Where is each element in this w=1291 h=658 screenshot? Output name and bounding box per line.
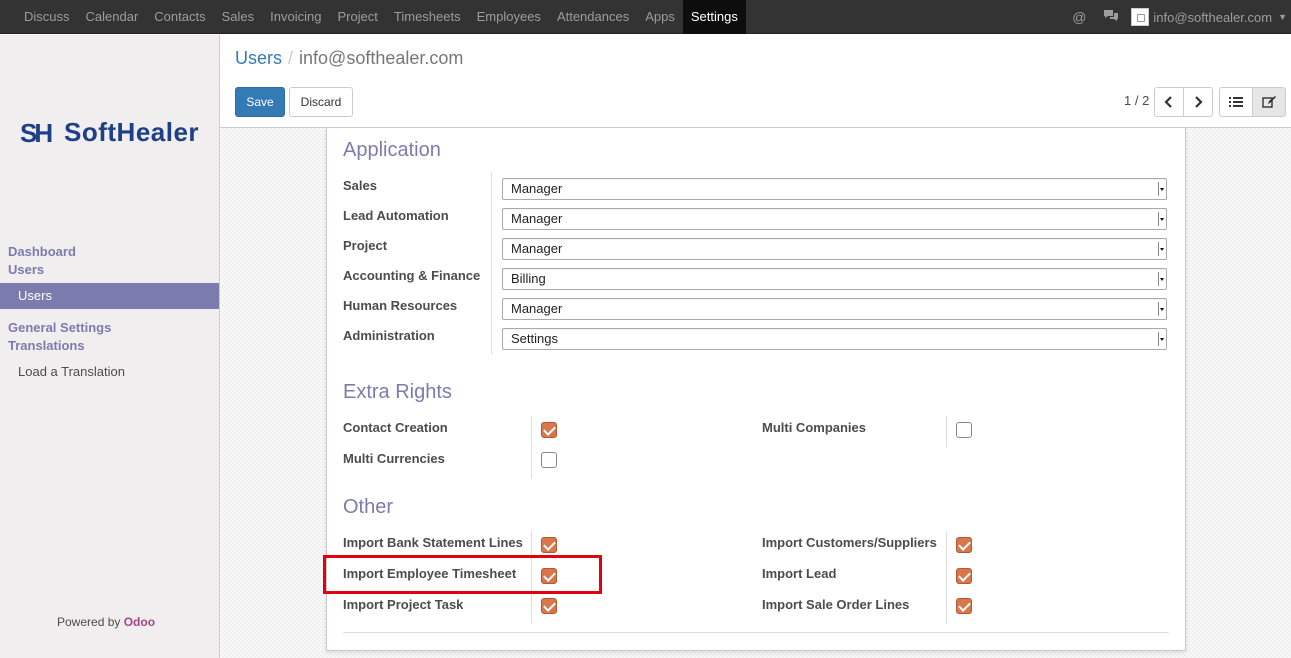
logo-wordmark: SoftHealer <box>64 117 200 147</box>
softhealer-logo-mark: SH <box>20 118 55 146</box>
company-logo: SH SoftHealer <box>20 117 199 147</box>
chevron-left-icon <box>1164 96 1172 108</box>
pager-next-button[interactable] <box>1183 87 1213 117</box>
sidebar-users-heading[interactable]: Users <box>8 261 44 279</box>
navbar-right: @ info@softhealer.com ▼ <box>1063 0 1291 34</box>
accounting-select[interactable]: Billing <box>502 268 1167 290</box>
list-view-button[interactable] <box>1219 87 1253 117</box>
caret-down-icon: ▼ <box>1278 12 1287 22</box>
save-button[interactable]: Save <box>235 87 285 117</box>
menu-calendar[interactable]: Calendar <box>78 0 147 34</box>
label-import-customers-suppliers: Import Customers/Suppliers <box>762 535 937 550</box>
sidebar-item-users[interactable]: Users <box>0 283 219 309</box>
import-project-task-checkbox[interactable] <box>541 598 557 614</box>
breadcrumb-separator: / <box>288 48 294 68</box>
at-icon[interactable]: @ <box>1063 0 1095 34</box>
dropdown-arrow-icon <box>1158 332 1164 346</box>
label-import-project-task: Import Project Task <box>343 597 464 612</box>
menu-project[interactable]: Project <box>329 0 385 34</box>
field-label-lead-automation: Lead Automation <box>343 208 449 223</box>
human-resources-select[interactable]: Manager <box>502 298 1167 320</box>
label-import-bank-statement-lines: Import Bank Statement Lines <box>343 535 523 550</box>
sidebar-translations[interactable]: Translations <box>8 337 85 355</box>
dropdown-arrow-icon <box>1158 182 1164 196</box>
menu-attendances[interactable]: Attendances <box>549 0 637 34</box>
field-label-accounting: Accounting & Finance <box>343 268 481 283</box>
administration-select[interactable]: Settings <box>502 328 1167 350</box>
breadcrumb-users[interactable]: Users <box>235 46 282 70</box>
sales-select[interactable]: Manager <box>502 178 1167 200</box>
top-navbar: Discuss Calendar Contacts Sales Invoicin… <box>0 0 1291 34</box>
menu-employees[interactable]: Employees <box>469 0 549 34</box>
menu-sales[interactable]: Sales <box>214 0 263 34</box>
form-bottom-divider <box>343 632 1169 633</box>
sidebar-general-settings[interactable]: General Settings <box>8 319 111 337</box>
field-label-project: Project <box>343 238 388 253</box>
lead-automation-select[interactable]: Manager <box>502 208 1167 230</box>
list-icon <box>1229 97 1243 107</box>
contact-creation-checkbox[interactable] <box>541 422 557 438</box>
menu-invoicing[interactable]: Invoicing <box>262 0 329 34</box>
label-multi-currencies: Multi Currencies <box>343 451 445 466</box>
column-divider <box>491 172 492 354</box>
menu-contacts[interactable]: Contacts <box>146 0 213 34</box>
chat-bubbles-icon[interactable] <box>1095 0 1127 34</box>
dropdown-arrow-icon <box>1158 212 1164 226</box>
field-label-human-resources: Human Resources <box>343 298 458 313</box>
multi-currencies-checkbox[interactable] <box>541 452 557 468</box>
section-title-extra-rights: Extra Rights <box>343 381 452 403</box>
import-lead-checkbox[interactable] <box>956 568 972 584</box>
discard-button[interactable]: Discard <box>289 87 353 117</box>
menu-timesheets[interactable]: Timesheets <box>386 0 469 34</box>
label-contact-creation: Contact Creation <box>343 420 448 435</box>
label-multi-companies: Multi Companies <box>762 420 867 435</box>
highlight-box <box>323 555 602 594</box>
form-view-button[interactable] <box>1252 87 1286 117</box>
menu-settings[interactable]: Settings <box>682 0 746 34</box>
odoo-link[interactable]: Odoo <box>124 615 155 629</box>
menu-discuss[interactable]: Discuss <box>16 0 78 34</box>
powered-by: Powered by Odoo <box>57 615 156 629</box>
project-select[interactable]: Manager <box>502 238 1167 260</box>
pager-previous-button[interactable] <box>1154 87 1184 117</box>
label-import-lead: Import Lead <box>762 566 837 581</box>
import-sale-order-lines-checkbox[interactable] <box>956 598 972 614</box>
svg-text:SH: SH <box>20 118 52 146</box>
app-menu: Discuss Calendar Contacts Sales Invoicin… <box>16 0 746 34</box>
section-title-application: Application <box>343 139 441 161</box>
dropdown-arrow-icon <box>1158 302 1164 316</box>
avatar <box>1131 8 1150 26</box>
import-bank-statement-checkbox[interactable] <box>541 537 557 553</box>
pager-value: 1 / 2 <box>1124 93 1150 108</box>
import-customers-suppliers-checkbox[interactable] <box>956 537 972 553</box>
field-label-sales: Sales <box>343 178 377 193</box>
chevron-right-icon <box>1195 96 1203 108</box>
dropdown-arrow-icon <box>1158 242 1164 256</box>
user-email: info@softhealer.com <box>1153 9 1273 25</box>
column-divider <box>531 416 532 478</box>
dropdown-arrow-icon <box>1158 272 1164 286</box>
menu-apps[interactable]: Apps <box>637 0 683 34</box>
user-menu[interactable]: info@softhealer.com ▼ <box>1131 8 1291 26</box>
column-divider <box>946 416 947 447</box>
breadcrumb-current: info@softhealer.com <box>299 48 464 68</box>
multi-companies-checkbox[interactable] <box>956 422 972 438</box>
field-label-administration: Administration <box>343 328 435 343</box>
breadcrumb: Users / info@softhealer.com <box>235 46 463 70</box>
sidebar-dashboard[interactable]: Dashboard <box>8 243 76 261</box>
section-title-other: Other <box>343 496 394 518</box>
label-import-sale-order-lines: Import Sale Order Lines <box>762 597 910 612</box>
sidebar-item-load-translation[interactable]: Load a Translation <box>0 359 219 385</box>
edit-icon <box>1262 96 1276 108</box>
column-divider <box>946 531 947 624</box>
